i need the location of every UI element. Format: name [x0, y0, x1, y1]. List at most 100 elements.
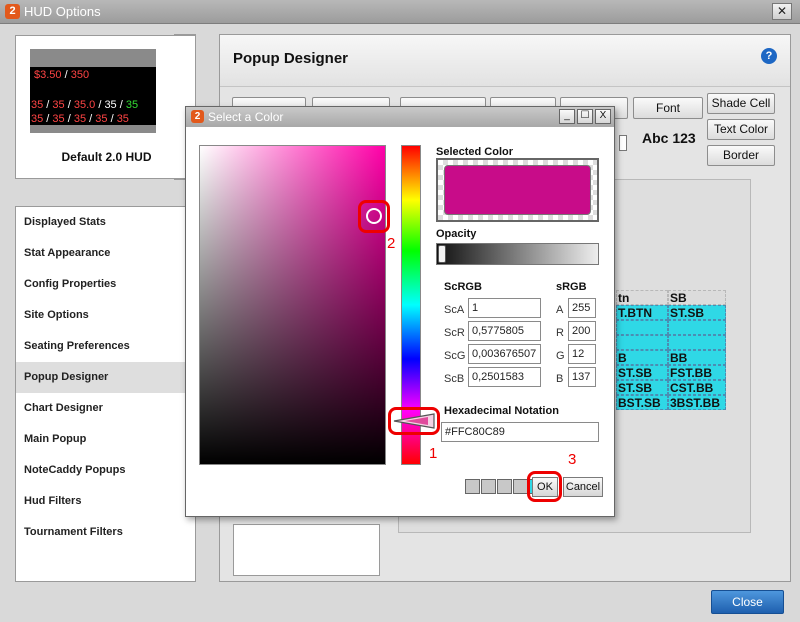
window-title: HUD Options — [24, 4, 101, 19]
hud-stat-segment: 35 — [52, 113, 65, 125]
a-label: A — [556, 304, 564, 316]
recent-color-swatch[interactable] — [465, 479, 480, 494]
annotation-number-2: 2 — [387, 235, 396, 252]
nav-item-tournament-filters[interactable]: Tournament Filters — [16, 517, 195, 548]
table-cell[interactable]: T.BTN — [616, 305, 668, 320]
r-field[interactable]: 200 — [568, 321, 596, 341]
scb-field[interactable]: 0,2501583 — [468, 367, 541, 387]
table-cell[interactable]: ST.SB — [668, 305, 726, 320]
hud-stat-segment: 35 — [125, 99, 139, 111]
annotation-ring-3 — [527, 471, 562, 502]
hud-stat-line: 35 / 35 / 35 / 35 / 35 — [31, 113, 129, 125]
a-field[interactable]: 255 — [568, 298, 596, 318]
table-cell[interactable] — [616, 320, 668, 335]
panel-header: Popup Designer ? — [220, 35, 790, 87]
hud-preview-label: Default 2.0 HUD — [61, 150, 152, 164]
hud-stat-segment: 350 — [70, 69, 90, 81]
hex-input[interactable]: #FFC80C89 — [441, 422, 599, 442]
hud-stat-line: $3.50 / 350 — [34, 69, 89, 81]
annotation-ring-2 — [358, 200, 390, 233]
window-close-button[interactable]: ✕ — [772, 3, 792, 20]
preview-box[interactable] — [233, 524, 380, 576]
close-button[interactable]: Close — [711, 590, 784, 614]
table-cell[interactable]: BB — [668, 350, 726, 365]
opacity-slider-thumb[interactable] — [438, 245, 446, 263]
hud-stat-segment: / — [116, 99, 126, 111]
table-cell[interactable]: CST.BB — [668, 380, 726, 395]
annotation-number-1: 1 — [429, 445, 438, 462]
scr-field[interactable]: 0,5775805 — [468, 321, 541, 341]
opacity-slider[interactable] — [436, 243, 599, 265]
nav-item-hud-filters[interactable]: Hud Filters — [16, 486, 195, 517]
dialog-close-button[interactable]: X — [595, 109, 611, 124]
hud-preview-image: $3.50 / 350 35 / 35 / 35.0 / 35 / 35 35 … — [30, 49, 156, 133]
minimize-button[interactable]: _ — [559, 109, 575, 124]
table-cell[interactable] — [668, 320, 726, 335]
hud-stat-segment: 35 — [116, 113, 129, 125]
hud-stat-segment: / — [107, 113, 117, 125]
text-cursor-box — [619, 135, 627, 151]
hud-stat-segment: 35 — [31, 113, 44, 125]
hud-stat-segment: / — [64, 99, 74, 111]
table-cell[interactable]: ST.SB — [616, 365, 668, 380]
g-field[interactable]: 12 — [568, 344, 596, 364]
nav-item-notecaddy-popups[interactable]: NoteCaddy Popups — [16, 455, 195, 486]
nav-item-main-popup[interactable]: Main Popup — [16, 424, 195, 455]
help-icon[interactable]: ? — [761, 48, 777, 64]
hud-stat-segment: / — [64, 113, 74, 125]
table-cell[interactable] — [616, 335, 668, 350]
saturation-value-picker[interactable] — [199, 145, 386, 465]
hud-stat-line: 35 / 35 / 35.0 / 35 / 35 — [31, 99, 138, 111]
recent-color-swatch[interactable] — [497, 479, 512, 494]
hud-preview-card[interactable]: $3.50 / 350 35 / 35 / 35.0 / 35 / 35 35 … — [15, 35, 196, 179]
dialog-title: Select a Color — [208, 110, 284, 124]
hud-stat-segment: 35 — [73, 113, 87, 125]
table-cell[interactable]: 3BST.BB — [668, 395, 726, 410]
nav-item-config-properties[interactable]: Config Properties — [16, 269, 195, 300]
window-titlebar: 2 HUD Options ✕ — [0, 0, 800, 24]
sca-field[interactable]: 1 — [468, 298, 541, 318]
table-cell[interactable]: SB — [668, 290, 726, 305]
r-label: R — [556, 327, 564, 339]
font-button[interactable]: Font — [633, 97, 703, 119]
nav-item-displayed-stats[interactable]: Displayed Stats — [16, 207, 195, 238]
nav-item-site-options[interactable]: Site Options — [16, 300, 195, 331]
shade-cell-button[interactable]: Shade Cell — [707, 93, 775, 114]
sca-label: ScA — [444, 304, 465, 316]
cancel-button[interactable]: Cancel — [563, 477, 603, 497]
maximize-button[interactable]: ☐ — [577, 109, 593, 124]
nav-item-stat-appearance[interactable]: Stat Appearance — [16, 238, 195, 269]
nav-item-popup-designer[interactable]: Popup Designer — [16, 362, 195, 393]
text-color-button[interactable]: Text Color — [707, 119, 775, 140]
font-sample-text: Abc 123 — [642, 130, 696, 146]
recent-color-swatch[interactable] — [481, 479, 496, 494]
hud-stat-segment: $3.50 — [34, 69, 62, 81]
dialog-titlebar: 2 Select a Color _ ☐ X — [186, 107, 614, 127]
scg-field[interactable]: 0,003676507 — [468, 344, 541, 364]
srgb-label: sRGB — [556, 281, 587, 293]
nav-item-chart-designer[interactable]: Chart Designer — [16, 393, 195, 424]
page-title: Popup Designer — [233, 50, 349, 67]
table-cell[interactable]: FST.BB — [668, 365, 726, 380]
hud-stat-segment: / — [86, 113, 96, 125]
table-cell[interactable]: BST.SB — [616, 395, 668, 410]
table-cell[interactable]: tn — [616, 290, 668, 305]
options-nav: Displayed Stats Stat Appearance Config Pro… — [15, 206, 196, 582]
table-cell[interactable]: B — [616, 350, 668, 365]
scb-label: ScB — [444, 373, 465, 385]
annotation-ring-1 — [388, 407, 440, 435]
opacity-label: Opacity — [436, 228, 477, 240]
hud-stat-segment: 35.0 — [73, 99, 96, 111]
selected-color-label: Selected Color — [436, 146, 514, 158]
border-button[interactable]: Border — [707, 145, 775, 166]
scg-label: ScG — [444, 350, 466, 362]
table-cell[interactable] — [668, 335, 726, 350]
hud-stat-segment: 35 — [95, 113, 108, 125]
hud-stat-segment: 35 — [31, 99, 44, 111]
b-field[interactable]: 137 — [568, 367, 596, 387]
app-logo-icon: 2 — [5, 4, 20, 19]
recent-color-swatch[interactable] — [513, 479, 528, 494]
selected-color-frame — [436, 158, 599, 222]
nav-item-seating-preferences[interactable]: Seating Preferences — [16, 331, 195, 362]
table-cell[interactable]: ST.SB — [616, 380, 668, 395]
